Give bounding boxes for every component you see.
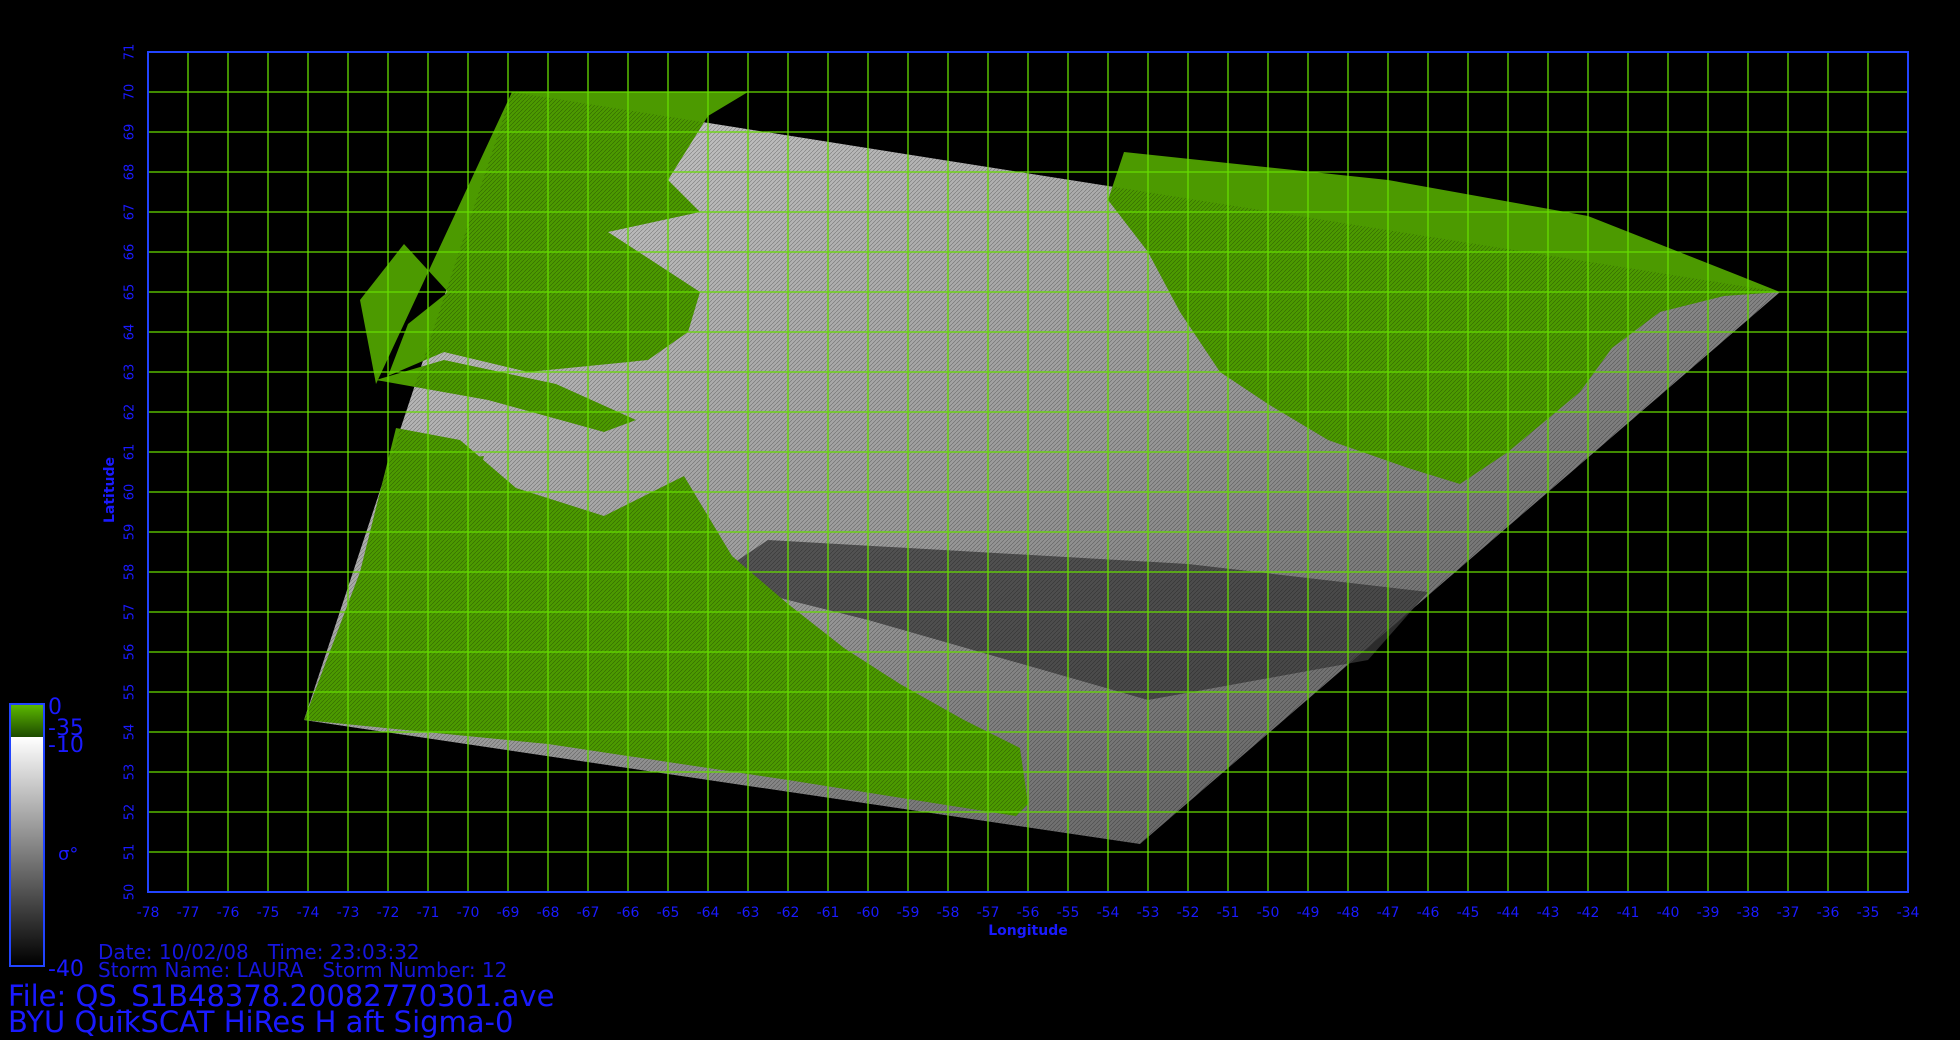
- longitude-tick-label: -35: [1857, 905, 1880, 921]
- latitude-tick-label: 65: [123, 284, 138, 301]
- longitude-tick-label: -63: [737, 905, 760, 921]
- colorbar-label: σ°: [58, 844, 78, 865]
- latitude-tick-label: 52: [123, 804, 138, 821]
- longitude-tick-label: -75: [257, 905, 280, 921]
- latitude-tick-label: 67: [123, 204, 138, 221]
- colorbar-land-segment: [11, 705, 43, 737]
- longitude-tick-label: -56: [1017, 905, 1040, 921]
- longitude-tick-label: -71: [417, 905, 440, 921]
- longitude-tick-label: -51: [1217, 905, 1240, 921]
- longitude-tick-label: -54: [1097, 905, 1120, 921]
- longitude-tick-label: -64: [697, 905, 720, 921]
- longitude-tick-label: -42: [1577, 905, 1600, 921]
- longitude-tick-label: -67: [577, 905, 600, 921]
- latitude-tick-label: 62: [123, 404, 138, 421]
- longitude-tick-label: -52: [1177, 905, 1200, 921]
- sigma0-map: -78 -77 -76 -75 -74 -73 -72 -71 -70 -69 -68 -67 -66 -…: [9, 44, 1920, 982]
- longitude-tick-label: -65: [657, 905, 680, 921]
- longitude-tick-label: -50: [1257, 905, 1280, 921]
- latitude-tick-label: 71: [123, 44, 138, 61]
- latitude-tick-label: 63: [123, 364, 138, 381]
- longitude-tick-labels: -78 -77 -76 -75 -74 -73 -72 -71 -70 -69 -68 -67 -66 -…: [137, 905, 1920, 921]
- longitude-tick-label: -57: [977, 905, 1000, 921]
- latitude-tick-label: 60: [123, 484, 138, 501]
- longitude-tick-label: -62: [777, 905, 800, 921]
- x-axis-label: Longitude: [988, 923, 1068, 939]
- longitude-tick-label: -39: [1697, 905, 1720, 921]
- longitude-tick-label: -46: [1417, 905, 1440, 921]
- colorbar-ocean-segment: [11, 737, 43, 965]
- longitude-tick-label: -66: [617, 905, 640, 921]
- latitude-tick-label: 61: [123, 444, 138, 461]
- longitude-tick-label: -43: [1537, 905, 1560, 921]
- longitude-tick-label: -70: [457, 905, 480, 921]
- longitude-tick-label: -37: [1777, 905, 1800, 921]
- latitude-tick-label: 58: [123, 564, 138, 581]
- colorbar-ocean-top-label: -10: [48, 733, 84, 758]
- latitude-tick-label: 56: [123, 644, 138, 661]
- longitude-tick-label: -45: [1457, 905, 1480, 921]
- longitude-tick-label: -60: [857, 905, 880, 921]
- longitude-tick-label: -76: [217, 905, 240, 921]
- longitude-tick-label: -61: [817, 905, 840, 921]
- latitude-tick-labels: 50 51 52 53 54 55 56 57 58 59 60 61 62 63 64 65 66 67 68 69…: [123, 44, 138, 901]
- latitude-tick-label: 54: [123, 724, 138, 741]
- latitude-tick-label: 53: [123, 764, 138, 781]
- longitude-tick-label: -36: [1817, 905, 1840, 921]
- longitude-tick-label: -38: [1737, 905, 1760, 921]
- latitude-tick-label: 68: [123, 164, 138, 181]
- longitude-tick-label: -53: [1137, 905, 1160, 921]
- longitude-tick-label: -59: [897, 905, 920, 921]
- storm-line: Storm Name: LAURA Storm Number: 12: [98, 958, 508, 982]
- latitude-tick-label: 70: [123, 84, 138, 101]
- longitude-tick-label: -78: [137, 905, 160, 921]
- latitude-tick-label: 66: [123, 244, 138, 261]
- longitude-tick-label: -68: [537, 905, 560, 921]
- latitude-tick-label: 69: [123, 124, 138, 141]
- swath-texture: [304, 92, 1780, 844]
- longitude-tick-label: -58: [937, 905, 960, 921]
- longitude-tick-label: -77: [177, 905, 200, 921]
- latitude-tick-label: 55: [123, 684, 138, 701]
- longitude-tick-label: -44: [1497, 905, 1520, 921]
- longitude-tick-label: -48: [1337, 905, 1360, 921]
- longitude-tick-label: -55: [1057, 905, 1080, 921]
- y-axis-label: Latitude: [102, 457, 118, 523]
- longitude-tick-label: -40: [1657, 905, 1680, 921]
- longitude-tick-label: -34: [1897, 905, 1920, 921]
- latitude-tick-label: 50: [123, 884, 138, 901]
- product-line: BYU QuikSCAT HiRes H aft Sigma-0: [8, 1005, 514, 1039]
- longitude-tick-label: -72: [377, 905, 400, 921]
- longitude-tick-label: -69: [497, 905, 520, 921]
- swath-layer: [304, 92, 1780, 844]
- longitude-tick-label: -49: [1297, 905, 1320, 921]
- longitude-tick-label: -74: [297, 905, 320, 921]
- longitude-tick-label: -47: [1377, 905, 1400, 921]
- sigma0-colorbar: 0 -35 -10 -40 σ°: [9, 695, 84, 982]
- latitude-tick-label: 64: [123, 324, 138, 341]
- latitude-tick-label: 51: [123, 844, 138, 861]
- longitude-tick-label: -41: [1617, 905, 1640, 921]
- latitude-tick-label: 59: [123, 524, 138, 541]
- latitude-tick-label: 57: [123, 604, 138, 621]
- longitude-tick-label: -73: [337, 905, 360, 921]
